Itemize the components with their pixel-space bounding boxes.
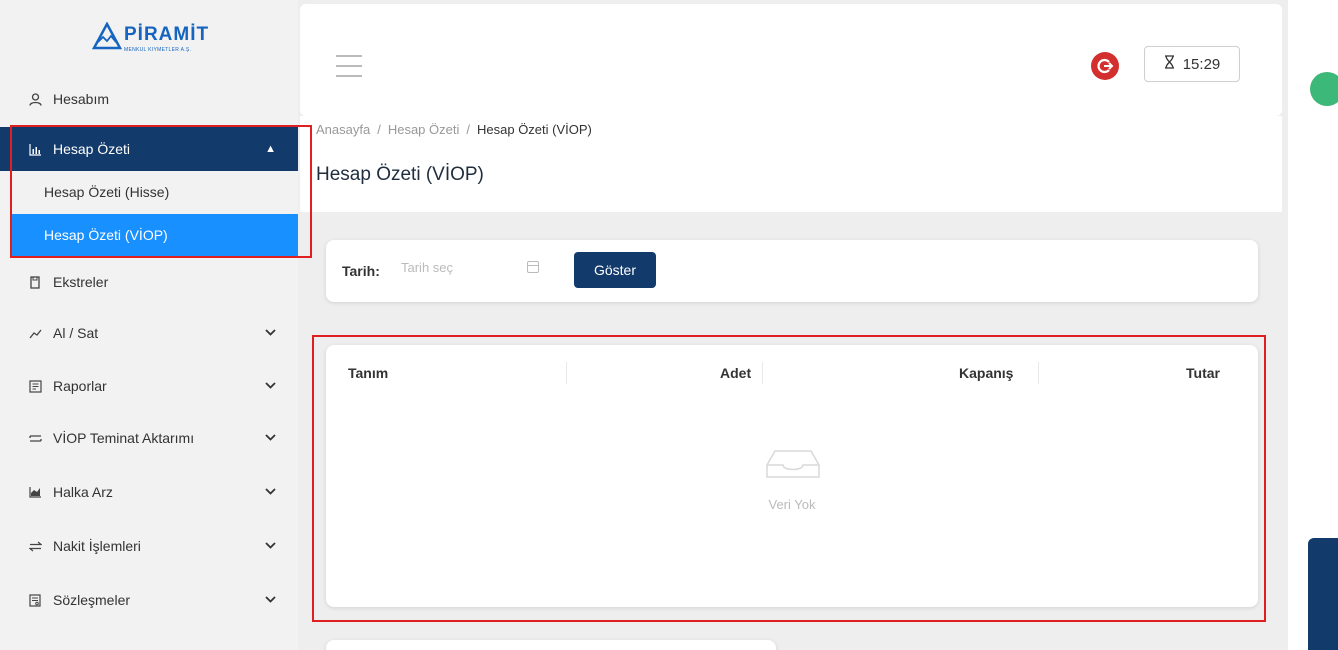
chevron-down-icon <box>265 327 276 339</box>
sidebar-item-label: Ekstreler <box>53 274 109 290</box>
breadcrumb-current: Hesap Özeti (VİOP) <box>477 122 592 137</box>
page-title: Hesap Özeti (VİOP) <box>316 164 484 185</box>
brand-logo[interactable]: PİRAMİT MENKUL KIYMETLER A.Ş. <box>92 22 222 62</box>
calendar-icon[interactable] <box>527 261 539 273</box>
breadcrumb-item[interactable]: Anasayfa <box>316 122 370 137</box>
sidebar-item-al-sat[interactable]: Al / Sat <box>0 311 298 355</box>
sidebar: PİRAMİT MENKUL KIYMETLER A.Ş. Hesabım He… <box>0 0 298 650</box>
sidebar-subitem-hesap-ozeti-hisse[interactable]: Hesap Özeti (Hisse) <box>12 171 298 213</box>
empty-state-text: Veri Yok <box>768 497 816 512</box>
sidebar-item-label: Halka Arz <box>53 484 113 500</box>
area-chart-icon <box>28 485 42 499</box>
chevron-down-icon <box>265 540 276 552</box>
secondary-card <box>326 640 776 650</box>
hamburger-menu-icon[interactable] <box>336 55 362 77</box>
sidebar-item-label: Hesabım <box>53 91 110 107</box>
column-header-tutar[interactable]: Tutar <box>1186 365 1220 381</box>
brand-name: PİRAMİT <box>124 24 210 45</box>
brand-subtitle: MENKUL KIYMETLER A.Ş. <box>124 47 192 53</box>
bar-chart-icon <box>28 142 42 156</box>
sidebar-item-halka-arz[interactable]: Halka Arz <box>0 470 298 514</box>
hourglass-icon <box>1164 55 1175 73</box>
breadcrumb-item[interactable]: Hesap Özeti <box>388 122 460 137</box>
main-content: 15:29 Anasayfa / Hesap Özeti / Hesap Özeti (… <box>298 0 1288 650</box>
timer-value: 15:29 <box>1182 55 1221 73</box>
trend-icon <box>28 326 42 340</box>
sidebar-item-label: Nakit İşlemleri <box>53 538 141 554</box>
filter-card: Tarih: Tarih seç Göster <box>326 240 1258 302</box>
page-titlebar: Anasayfa / Hesap Özeti / Hesap Özeti (VİOP) … <box>300 116 1282 212</box>
column-divider <box>1038 362 1039 384</box>
empty-inbox-icon <box>766 450 820 478</box>
sidebar-subitem-hesap-ozeti-viop[interactable]: Hesap Özeti (VİOP) <box>12 214 298 256</box>
show-button[interactable]: Göster <box>574 252 656 288</box>
chevron-down-icon <box>265 594 276 606</box>
date-picker-input[interactable]: Tarih seç <box>401 260 453 275</box>
date-label: Tarih: <box>342 263 380 279</box>
sidebar-subitem-label: Hesap Özeti (VİOP) <box>44 227 168 243</box>
side-widget[interactable] <box>1308 538 1338 650</box>
sidebar-item-ekstreler[interactable]: Ekstreler <box>0 260 298 304</box>
sidebar-item-hesap-ozeti[interactable]: Hesap Özeti ▲ <box>0 127 298 171</box>
top-header: 15:29 <box>300 4 1282 116</box>
column-header-tanim[interactable]: Tanım <box>348 365 388 381</box>
chevron-up-icon: ▲ <box>265 143 276 155</box>
sidebar-subitem-label: Hesap Özeti (Hisse) <box>44 184 170 200</box>
sidebar-item-label: VİOP Teminat Aktarımı <box>53 430 195 446</box>
logout-icon[interactable] <box>1091 52 1119 80</box>
session-timer: 15:29 <box>1144 46 1240 82</box>
sidebar-item-label: Hesap Özeti <box>53 141 131 157</box>
report-icon <box>28 379 42 393</box>
sidebar-item-label: Al / Sat <box>53 325 99 341</box>
column-header-adet[interactable]: Adet <box>720 365 751 381</box>
chevron-down-icon <box>265 486 276 498</box>
results-table: Tanım Adet Kapanış Tutar Veri Yok <box>326 345 1258 607</box>
status-indicator[interactable] <box>1310 72 1338 106</box>
chevron-down-icon <box>265 380 276 392</box>
column-header-kapanis[interactable]: Kapanış <box>959 365 1013 381</box>
document-icon <box>28 275 42 289</box>
pyramid-logo-icon <box>92 22 122 50</box>
transfer-icon <box>28 431 42 445</box>
column-divider <box>762 362 763 384</box>
sidebar-item-raporlar[interactable]: Raporlar <box>0 364 298 408</box>
sidebar-item-nakit-islemleri[interactable]: Nakit İşlemleri <box>0 524 298 568</box>
chevron-down-icon <box>265 432 276 444</box>
sidebar-item-label: Raporlar <box>53 378 107 394</box>
column-divider <box>566 362 567 384</box>
exchange-icon <box>28 539 42 553</box>
sidebar-item-label: Sözleşmeler <box>53 592 131 608</box>
sidebar-item-sozlesmeler[interactable]: Sözleşmeler <box>0 578 298 622</box>
user-icon <box>28 92 42 106</box>
contract-icon <box>28 593 42 607</box>
sidebar-item-viop-teminat-aktarimi[interactable]: VİOP Teminat Aktarımı <box>0 416 298 460</box>
breadcrumb: Anasayfa / Hesap Özeti / Hesap Özeti (VİOP) <box>316 122 592 137</box>
sidebar-item-hesabim[interactable]: Hesabım <box>0 77 298 121</box>
